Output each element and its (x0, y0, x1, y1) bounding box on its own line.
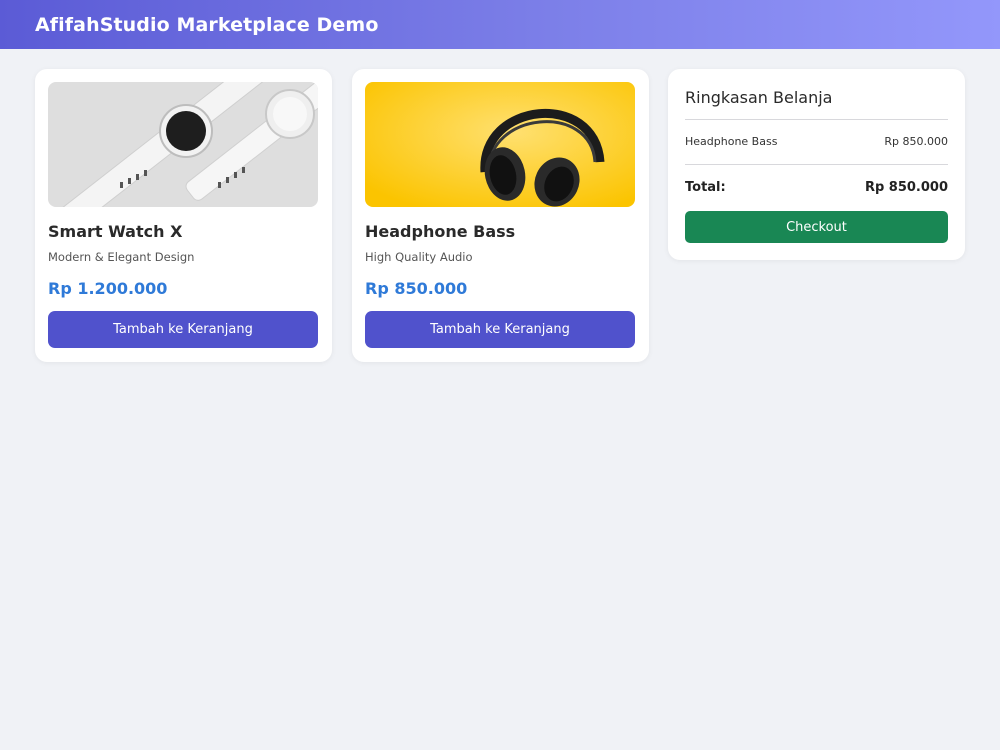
divider (685, 164, 948, 165)
product-description: Modern & Elegant Design (48, 250, 195, 264)
cart-item-row: Headphone Bass Rp 850.000 (685, 135, 948, 148)
headphone-photo-icon (365, 82, 635, 207)
total-value: Rp 850.000 (864, 180, 948, 195)
divider (685, 119, 948, 120)
product-price: Rp 1.200.000 (48, 279, 168, 298)
summary-title: Ringkasan Belanja (685, 88, 833, 107)
cart-item-price: Rp 850.000 (884, 135, 948, 148)
add-to-cart-button-smart-watch[interactable]: Tambah ke Keranjang (48, 311, 318, 348)
product-price: Rp 850.000 (365, 279, 468, 298)
product-name: Headphone Bass (365, 222, 516, 241)
top-navbar: AfifahStudio Marketplace Demo (0, 0, 1000, 49)
checkout-button[interactable]: Checkout (685, 211, 948, 243)
product-card-smart-watch: Smart Watch X Modern & Elegant Design Rp… (35, 69, 332, 362)
cart-item-name: Headphone Bass (685, 135, 778, 148)
total-label: Total: (685, 180, 726, 195)
brand-title[interactable]: AfifahStudio Marketplace Demo (35, 14, 378, 36)
product-image (48, 82, 318, 207)
smartwatch-photo-icon (48, 82, 318, 207)
product-description: High Quality Audio (365, 250, 473, 264)
product-image (365, 82, 635, 207)
cart-summary-card: Ringkasan Belanja Headphone Bass Rp 850.… (668, 69, 965, 260)
total-row: Total: Rp 850.000 (685, 180, 948, 195)
add-to-cart-button-headphone[interactable]: Tambah ke Keranjang (365, 311, 635, 348)
product-card-headphone: Headphone Bass High Quality Audio Rp 850… (352, 69, 649, 362)
product-name: Smart Watch X (48, 222, 183, 241)
